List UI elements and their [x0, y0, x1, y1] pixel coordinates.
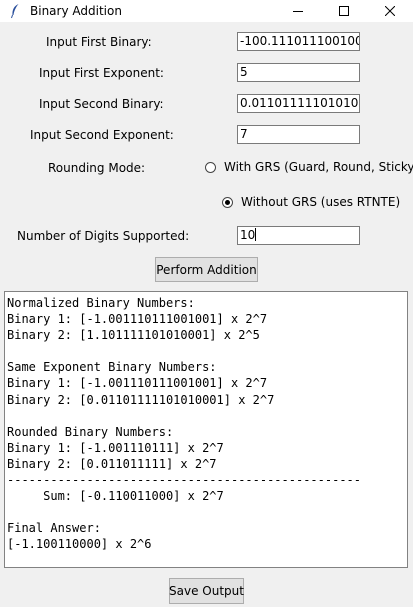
- perform-addition-button[interactable]: Perform Addition: [155, 257, 258, 282]
- digits-label: Number of Digits Supported:: [17, 229, 190, 243]
- minimize-icon: [293, 11, 303, 12]
- output-line: Binary 1: [-1.001110111001001] x 2^7: [7, 376, 268, 391]
- output-line: Normalized Binary Numbers:: [7, 296, 195, 310]
- output-line: Final Answer:: [7, 521, 101, 536]
- window-title: Binary Addition: [30, 4, 122, 18]
- maximize-icon: [339, 6, 349, 16]
- output-line: Binary 2: [0.011011111] x 2^7: [7, 456, 217, 471]
- radio-without-grs-label: Without GRS (uses RTNTE): [241, 195, 401, 209]
- first-exponent-label: Input First Exponent:: [39, 66, 164, 80]
- second-binary-label: Input Second Binary:: [39, 97, 164, 111]
- digits-input[interactable]: 10: [237, 226, 360, 245]
- perform-addition-label: Perform Addition: [156, 262, 257, 277]
- output-line: Binary 2: [1.101111101010001] x 2^5: [7, 328, 260, 343]
- output-line: Same Exponent Binary Numbers:: [7, 360, 217, 375]
- output-line: Binary 1: [-1.001110111] x 2^7: [7, 440, 224, 455]
- output-line: [-1.100110000] x 2^6: [7, 537, 152, 552]
- minimize-button[interactable]: [275, 0, 321, 22]
- second-exponent-label: Input Second Exponent:: [30, 128, 174, 142]
- close-button[interactable]: [367, 0, 413, 22]
- second-binary-input[interactable]: 0.01101111101010001: [237, 94, 360, 113]
- close-icon: [385, 6, 395, 16]
- output-line: Binary 2: [0.01101111101010001] x 2^7: [7, 392, 275, 407]
- second-binary-value: 0.01101111101010001: [240, 96, 359, 110]
- second-exponent-input[interactable]: 7: [237, 125, 360, 144]
- first-binary-input[interactable]: -100.1110111001001: [237, 32, 360, 51]
- first-exponent-input[interactable]: 5: [237, 63, 360, 82]
- radio-with-grs[interactable]: With GRS (Guard, Round, Sticky): [205, 160, 413, 174]
- output-line: Rounded Binary Numbers:: [7, 424, 174, 439]
- output-line: Binary 1: [-1.001110111001001] x 2^7: [7, 312, 268, 327]
- output-line: Sum: [-0.110011000] x 2^7: [7, 489, 224, 504]
- save-output-label: Save Output: [169, 584, 244, 598]
- radio-with-grs-label: With GRS (Guard, Round, Sticky): [224, 160, 413, 174]
- radio-without-grs-indicator[interactable]: [222, 196, 233, 208]
- save-output-button[interactable]: Save Output: [169, 578, 244, 604]
- digits-value: 10: [240, 228, 256, 242]
- output-text-area[interactable]: Normalized Binary Numbers: Binary 1: [-1…: [4, 291, 408, 568]
- first-exponent-value: 5: [240, 65, 248, 79]
- rounding-mode-label: Rounding Mode:: [48, 161, 146, 175]
- radio-without-grs[interactable]: Without GRS (uses RTNTE): [222, 195, 400, 209]
- feather-icon: [10, 3, 20, 19]
- radio-with-grs-indicator[interactable]: [205, 161, 216, 173]
- maximize-button[interactable]: [321, 0, 367, 22]
- title-bar: Binary Addition: [0, 0, 413, 22]
- output-line: ----------------------------------------…: [7, 473, 362, 488]
- text-cursor: [255, 228, 257, 241]
- second-exponent-value: 7: [240, 127, 248, 141]
- first-binary-label: Input First Binary:: [46, 35, 152, 49]
- first-binary-value: -100.1110111001001: [240, 34, 360, 48]
